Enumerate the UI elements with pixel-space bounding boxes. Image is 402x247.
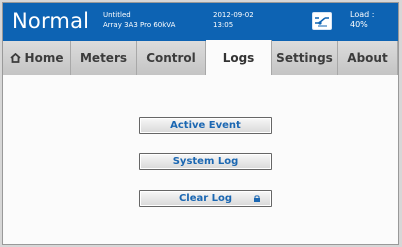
active-event-label: Active Event <box>170 120 241 131</box>
system-log-button[interactable]: System Log <box>139 153 272 170</box>
device-info: Untitled Array 3A3 Pro 60kVA <box>103 10 175 30</box>
tab-settings[interactable]: Settings <box>272 41 338 75</box>
tab-home[interactable]: Home <box>3 41 71 75</box>
home-icon <box>9 53 21 63</box>
tab-settings-label: Settings <box>276 51 333 65</box>
tab-about[interactable]: About <box>338 41 398 75</box>
time-text: 13:05 <box>213 21 234 29</box>
tab-logs-label: Logs <box>222 51 255 65</box>
load-indicator: Load : 40% <box>350 10 374 30</box>
tab-logs[interactable]: Logs <box>206 40 272 76</box>
logs-panel: Active Event System Log Clear Log <box>3 75 398 244</box>
device-model: Array 3A3 Pro 60kVA <box>103 21 176 29</box>
tab-home-label: Home <box>24 51 64 65</box>
main-tabs: Home Meters Control Logs Settings About <box>3 40 398 76</box>
system-status-icon[interactable] <box>312 12 332 30</box>
screen-frame: Normal Untitled Array 3A3 Pro 60kVA 2012… <box>2 2 399 245</box>
tab-about-label: About <box>347 51 388 65</box>
tab-meters[interactable]: Meters <box>71 41 137 75</box>
device-name: Untitled <box>103 11 131 19</box>
tab-control-label: Control <box>146 51 196 65</box>
mode-label: Normal <box>12 9 90 33</box>
bypass-switch-icon <box>315 17 329 27</box>
status-header: Normal Untitled Array 3A3 Pro 60kVA 2012… <box>3 3 398 41</box>
tab-control[interactable]: Control <box>137 41 206 75</box>
date-time: 2012-09-02 13:05 <box>213 10 254 30</box>
lock-icon <box>254 195 260 202</box>
active-event-button[interactable]: Active Event <box>139 117 272 134</box>
system-log-label: System Log <box>172 156 239 167</box>
tab-meters-label: Meters <box>79 51 127 65</box>
load-value: 40% <box>350 20 368 29</box>
date-text: 2012-09-02 <box>213 11 254 19</box>
clear-log-label: Clear Log <box>178 193 233 204</box>
load-label: Load : <box>350 10 375 19</box>
clear-log-button[interactable]: Clear Log <box>139 190 272 207</box>
